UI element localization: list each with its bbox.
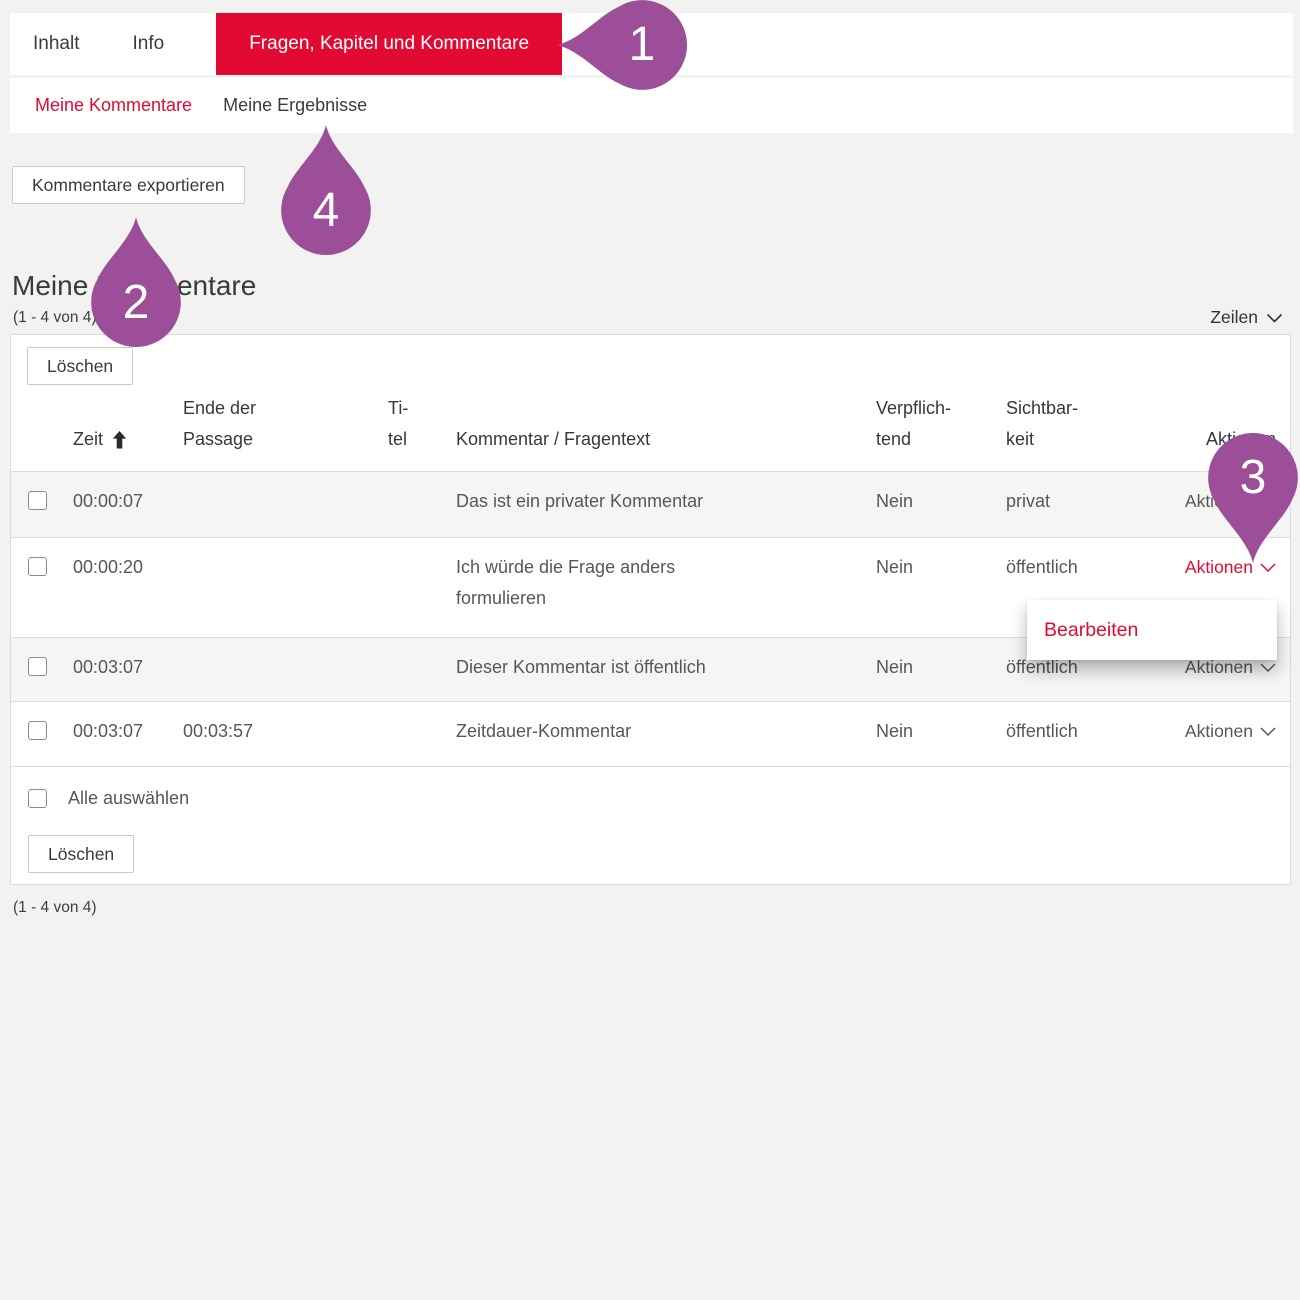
chevron-down-icon — [1260, 727, 1276, 736]
cell-zeit: 00:03:07 — [73, 716, 183, 747]
table-header-row: Zeit Ende der Passage Ti- tel Kommentar … — [11, 385, 1290, 472]
page: { "colors":{"accent_red":"#e20a33","mark… — [0, 0, 1300, 1300]
cell-zeit: 00:00:20 — [73, 552, 183, 583]
delete-selected-button-bottom[interactable]: Löschen — [28, 835, 134, 873]
annotation-marker-2-number: 2 — [106, 277, 166, 329]
cell-sichtbarkeit: öffentlich — [1006, 716, 1151, 747]
table-toolbar: Löschen — [11, 335, 1290, 385]
row-checkbox[interactable] — [28, 721, 47, 740]
subtab-meine-ergebnisse[interactable]: Meine Ergebnisse — [223, 95, 367, 116]
cell-kommentar: Zeitdauer-Kommentar — [456, 716, 876, 747]
rows-per-page-select[interactable]: Zeilen — [1210, 307, 1283, 328]
rows-select-label: Zeilen — [1210, 307, 1258, 328]
cell-verpflichtend: Nein — [876, 716, 1006, 747]
chevron-down-icon — [1266, 313, 1283, 323]
cell-kommentar: Ich würde die Frage anders formulieren — [456, 552, 876, 614]
select-all-checkbox[interactable] — [28, 789, 47, 808]
cell-zeit: 00:03:07 — [73, 652, 183, 683]
select-all-label: Alle auswählen — [68, 788, 189, 809]
aktionen-label: Aktionen — [1185, 716, 1253, 747]
cell-verpflichtend: Nein — [876, 552, 1006, 583]
tab-inhalt[interactable]: Inhalt — [33, 13, 79, 75]
cell-verpflichtend: Nein — [876, 652, 1006, 683]
arrow-up-icon — [112, 431, 127, 449]
table-row: 00:03:07 00:03:57 Zeitdauer-Kommentar Ne… — [11, 702, 1290, 767]
aktionen-dropdown-trigger[interactable]: Aktionen — [1185, 716, 1290, 747]
annotation-marker-3-number: 3 — [1223, 452, 1283, 504]
annotation-marker-4-number: 4 — [296, 185, 356, 237]
cell-sichtbarkeit: öffentlich — [1006, 552, 1151, 583]
header-sichtbarkeit[interactable]: Sichtbar- keit — [1006, 393, 1151, 455]
subtab-meine-kommentare[interactable]: Meine Kommentare — [35, 95, 192, 116]
cell-kommentar: Das ist ein privater Kommentar — [456, 486, 876, 517]
cell-ende: 00:03:57 — [183, 716, 388, 747]
delete-selected-button-top[interactable]: Löschen — [27, 347, 133, 385]
cell-zeit: 00:00:07 — [73, 486, 183, 517]
cell-sichtbarkeit: privat — [1006, 486, 1151, 517]
result-range-bottom: (1 - 4 von 4) — [13, 899, 97, 917]
header-kommentar[interactable]: Kommentar / Fragentext — [456, 424, 876, 455]
header-verpflichtend[interactable]: Verpflich- tend — [876, 393, 1006, 455]
tab-fragen-kapitel-kommentare[interactable]: Fragen, Kapitel und Kommentare — [216, 13, 562, 75]
menu-item-bearbeiten[interactable]: Bearbeiten — [1044, 619, 1138, 642]
aktionen-menu: Bearbeiten — [1027, 600, 1277, 660]
table-row: 00:00:07 Das ist ein privater Kommentar … — [11, 472, 1290, 538]
cell-kommentar: Dieser Kommentar ist öffentlich — [456, 652, 876, 683]
header-zeit-label: Zeit — [73, 424, 103, 455]
export-comments-button[interactable]: Kommentare exportieren — [12, 166, 245, 204]
row-checkbox[interactable] — [28, 657, 47, 676]
row-checkbox[interactable] — [28, 491, 47, 510]
header-ende-der-passage[interactable]: Ende der Passage — [183, 393, 388, 455]
header-zeit[interactable]: Zeit — [73, 424, 183, 455]
row-checkbox[interactable] — [28, 557, 47, 576]
header-titel[interactable]: Ti- tel — [388, 393, 456, 455]
annotation-marker-1-number: 1 — [612, 19, 672, 71]
tab-info[interactable]: Info — [132, 13, 164, 75]
chevron-down-icon — [1260, 563, 1276, 572]
chevron-down-icon — [1260, 663, 1276, 672]
table-footer: Alle auswählen Löschen — [11, 767, 1290, 873]
cell-verpflichtend: Nein — [876, 486, 1006, 517]
result-range-top: (1 - 4 von 4) — [13, 309, 97, 327]
